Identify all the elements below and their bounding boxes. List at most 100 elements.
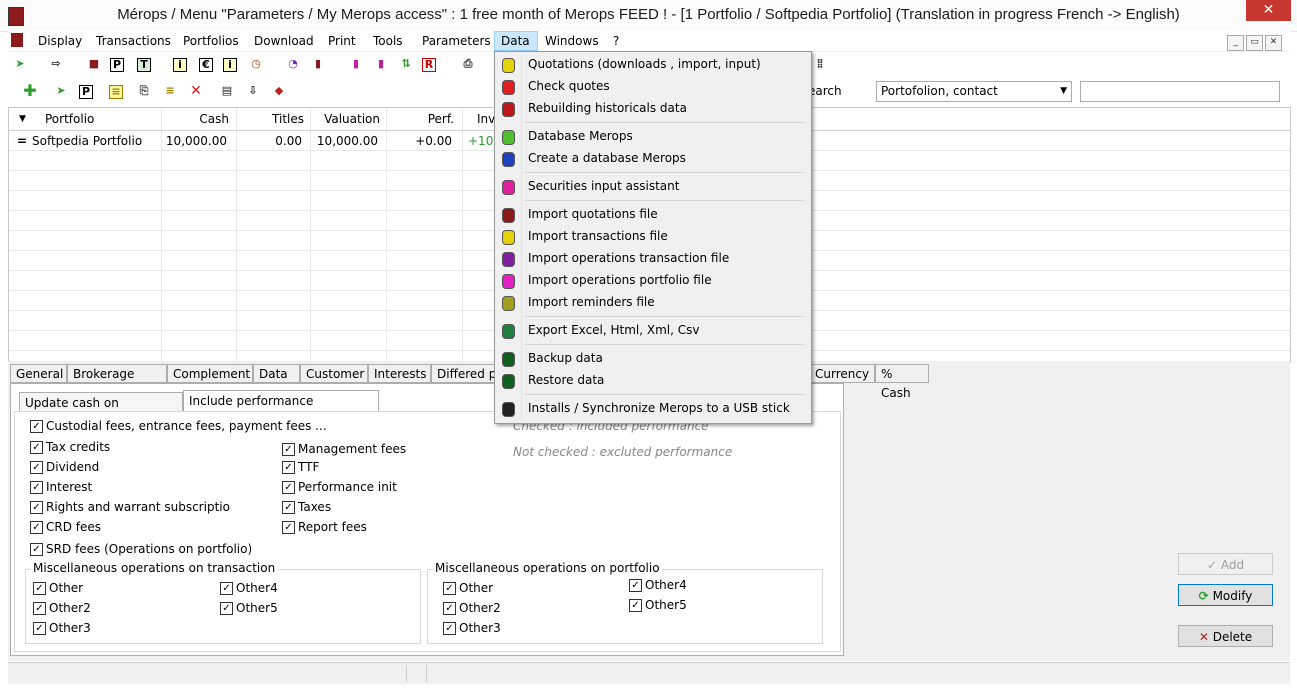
- menu-item-import-op-transaction[interactable]: Import operations transaction file: [495, 248, 809, 270]
- column-header-portfolio[interactable]: Portfolio: [45, 108, 94, 130]
- checkbox-report-fees[interactable]: ✓ Report fees: [282, 520, 367, 536]
- doc-icon[interactable]: ▤: [218, 82, 236, 100]
- tab-customer[interactable]: Customer: [300, 364, 368, 383]
- mdi-restore-button[interactable]: ▭: [1246, 35, 1263, 51]
- checkbox-management-fees[interactable]: ✓ Management fees: [282, 442, 406, 458]
- arrows-icon[interactable]: ⇅: [397, 55, 415, 73]
- menu-help[interactable]: ?: [613, 31, 619, 51]
- mdi-close-button[interactable]: ✕: [1265, 35, 1282, 51]
- menu-item-rebuild[interactable]: Rebuilding historicals data: [495, 98, 809, 120]
- menu-parameters[interactable]: Parameters: [422, 31, 491, 51]
- modify-button[interactable]: ⟳ Modify: [1178, 584, 1273, 606]
- tab-complement[interactable]: Complement: [167, 364, 253, 383]
- tab-general[interactable]: General: [10, 364, 67, 383]
- menu-item-import-transactions[interactable]: Import transactions file: [495, 226, 809, 248]
- column-header-inv[interactable]: Inv: [477, 108, 495, 130]
- menu-download[interactable]: Download: [254, 31, 314, 51]
- menu-item-import-op-portfolio[interactable]: Import operations portfolio file: [495, 270, 809, 292]
- tab-brokerage-fees[interactable]: Brokerage fees: [67, 364, 167, 400]
- menu-transactions[interactable]: Transactions: [96, 31, 171, 51]
- menu-item-assistant[interactable]: Securities input assistant: [495, 176, 809, 198]
- menu-item-backup[interactable]: Backup data: [495, 348, 809, 370]
- grid-icon[interactable]: ⣿: [811, 55, 829, 73]
- menu-item-database[interactable]: Database Merops: [495, 126, 809, 148]
- menu-tools[interactable]: Tools: [373, 31, 403, 51]
- tab-interests[interactable]: Interests: [368, 364, 431, 383]
- mdi-child-icon[interactable]: [11, 33, 23, 47]
- add-icon[interactable]: ✚: [21, 82, 39, 100]
- tag2-icon[interactable]: ➤: [52, 82, 70, 100]
- city2-icon[interactable]: ▮: [372, 55, 390, 73]
- checkbox-srd-fees[interactable]: ✓ SRD fees (Operations on portfolio): [30, 542, 252, 558]
- delete-icon[interactable]: ✕: [187, 82, 205, 100]
- add-button[interactable]: ✓ Add: [1178, 553, 1273, 575]
- clip-icon[interactable]: ⎘: [135, 82, 153, 100]
- checkbox-pf-other3[interactable]: ✓ Other3: [443, 621, 501, 637]
- menu-windows[interactable]: Windows: [545, 31, 599, 51]
- menu-data[interactable]: Data: [494, 31, 538, 51]
- checkbox-dividend[interactable]: ✓ Dividend: [30, 460, 99, 476]
- info-icon[interactable]: i: [173, 58, 187, 72]
- checkbox-ttf[interactable]: ✓ TTF: [282, 460, 319, 476]
- bar-icon[interactable]: ▮: [309, 55, 327, 73]
- city-icon[interactable]: ▮: [347, 55, 365, 73]
- column-header-perf[interactable]: Perf.: [386, 108, 454, 130]
- delete-button[interactable]: ✕ Delete: [1178, 625, 1273, 647]
- column-header-titles[interactable]: Titles: [236, 108, 304, 130]
- checkbox-tx-other5[interactable]: ✓ Other5: [220, 601, 278, 617]
- subtab-update-cash[interactable]: Update cash on operations: [19, 392, 183, 430]
- checkbox-pf-other[interactable]: ✓ Other: [443, 581, 493, 597]
- search-scope-select[interactable]: Portofolion, contact ▼: [876, 81, 1072, 102]
- search-input[interactable]: [1080, 81, 1280, 102]
- checkbox-pf-other5[interactable]: ✓ Other5: [629, 598, 687, 614]
- sort-icon[interactable]: ⇩: [244, 82, 262, 100]
- checkbox-tx-other[interactable]: ✓ Other: [33, 581, 83, 597]
- euro-icon[interactable]: €: [199, 58, 213, 72]
- printer-icon[interactable]: ⎙: [459, 55, 477, 73]
- menu-item-excel[interactable]: Export Excel, Html, Xml, Csv: [495, 320, 809, 342]
- clock-icon[interactable]: ◷: [247, 55, 265, 73]
- menu-print[interactable]: Print: [328, 31, 356, 51]
- tab-cash-percent[interactable]: % Cash: [875, 364, 929, 400]
- menu-display[interactable]: Display: [38, 31, 82, 51]
- checkbox-tax-credits[interactable]: ✓ Tax credits: [30, 440, 110, 456]
- checkbox-pf-other4[interactable]: ✓ Other4: [629, 578, 687, 594]
- mdi-minimize-button[interactable]: _: [1227, 35, 1244, 51]
- menu-item-create-db[interactable]: Create a database Merops: [495, 148, 809, 170]
- close-window-button[interactable]: ✕: [1246, 0, 1291, 21]
- r-icon[interactable]: R: [422, 58, 436, 72]
- pie-icon[interactable]: ◔: [284, 55, 302, 73]
- checkbox-rights-warrant[interactable]: ✓ Rights and warrant subscriptio: [30, 500, 230, 516]
- checkbox-custodial-fees[interactable]: ✓ Custodial fees, entrance fees, payment …: [30, 419, 327, 435]
- column-header-cash[interactable]: Cash: [161, 108, 229, 130]
- book-icon[interactable]: ■: [85, 55, 103, 73]
- column-header-valuation[interactable]: Valuation: [310, 108, 380, 130]
- eraser-icon[interactable]: ◆: [270, 82, 288, 100]
- checkbox-crd-fees[interactable]: ✓ CRD fees: [30, 520, 101, 536]
- menu-item-import-quotations[interactable]: Import quotations file: [495, 204, 809, 226]
- subtab-include-performance[interactable]: Include performance operations: [183, 390, 379, 428]
- checkbox-taxes[interactable]: ✓ Taxes: [282, 500, 331, 516]
- checkbox-tx-other3[interactable]: ✓ Other3: [33, 621, 91, 637]
- info2-icon[interactable]: i: [223, 58, 237, 72]
- checkbox-tx-other4[interactable]: ✓ Other4: [220, 581, 278, 597]
- p2-icon[interactable]: P: [79, 85, 93, 99]
- tab-currency[interactable]: Currency: [809, 364, 875, 383]
- list-icon[interactable]: ≡: [161, 82, 179, 100]
- tab-data[interactable]: Data: [253, 364, 300, 383]
- checkbox-interest[interactable]: ✓ Interest: [30, 480, 92, 496]
- checkbox-pf-other2[interactable]: ✓ Other2: [443, 601, 501, 617]
- menu-item-import-reminders[interactable]: Import reminders file: [495, 292, 809, 314]
- export-icon[interactable]: ⇨: [47, 55, 65, 73]
- note-icon[interactable]: ≡: [109, 85, 123, 99]
- t-icon[interactable]: T: [137, 58, 151, 72]
- checkbox-tx-other2[interactable]: ✓ Other2: [33, 601, 91, 617]
- menu-portfolios[interactable]: Portfolios: [183, 31, 239, 51]
- checkbox-performance-init[interactable]: ✓ Performance init: [282, 480, 397, 496]
- menu-item-usb[interactable]: Installs / Synchronize Merops to a USB s…: [495, 398, 809, 420]
- p-icon[interactable]: P: [110, 58, 124, 72]
- sort-arrow-icon[interactable]: ▼: [19, 108, 26, 130]
- menu-item-restore[interactable]: Restore data: [495, 370, 809, 392]
- menu-item-check-quotes[interactable]: Check quotes: [495, 76, 809, 98]
- tag-icon[interactable]: ➤: [11, 55, 29, 73]
